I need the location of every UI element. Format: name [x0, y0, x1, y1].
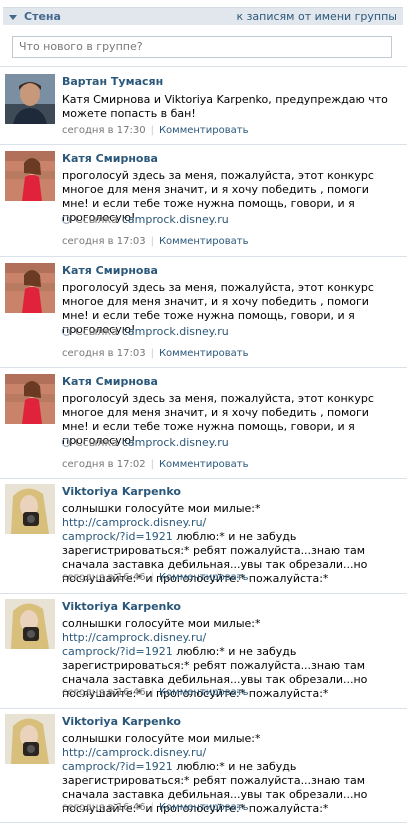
comment-link[interactable]: Комментировать [159, 802, 249, 813]
girl-photo-icon [5, 263, 55, 313]
post-author[interactable]: Катя Смирнова [62, 152, 158, 165]
collapse-arrow-icon[interactable] [9, 14, 17, 20]
post-url[interactable]: http://camprock.disney.ru/ [62, 516, 206, 529]
wall-title-group[interactable]: Стена [9, 10, 61, 23]
post-text-part: солнышки голосуйте мои милые:* [62, 732, 261, 745]
post-url[interactable]: http://camprock.disney.ru/ [62, 631, 206, 644]
comment-link[interactable]: Комментировать [159, 459, 249, 470]
link-icon [60, 213, 72, 226]
girl-photo-icon [5, 714, 55, 764]
post-text-part: солнышки голосуйте мои милые:* [62, 502, 261, 515]
post-meta: сегодня в 16:46 | Комментировать [62, 802, 249, 813]
post-author[interactable]: Катя Смирнова [62, 264, 158, 277]
post-author[interactable]: Вартан Тумасян [62, 75, 163, 88]
comment-link[interactable]: Комментировать [159, 572, 249, 583]
avatar[interactable] [5, 263, 55, 313]
post-meta: сегодня в 16:46 | Комментировать [62, 572, 249, 583]
avatar[interactable] [5, 484, 55, 534]
attachment-link[interactable]: Ссылка camprock.disney.ru [60, 213, 229, 226]
wall-header: Стена к записям от имени группы [3, 7, 403, 25]
post-url[interactable]: camprock/?id=1921 [62, 645, 173, 658]
post-meta: сегодня в 17:03 | Комментировать [62, 348, 249, 359]
attachment-link[interactable]: Ссылка camprock.disney.ru [60, 436, 229, 449]
divider [0, 256, 407, 257]
post-author[interactable]: Viktoriya Karpenko [62, 485, 181, 498]
attachment-url[interactable]: camprock.disney.ru [122, 325, 229, 338]
group-posts-link[interactable]: к записям от имени группы [236, 10, 397, 23]
post-url[interactable]: camprock/?id=1921 [62, 760, 173, 773]
wall-title[interactable]: Стена [24, 10, 61, 23]
avatar[interactable] [5, 374, 55, 424]
attachment-url[interactable]: camprock.disney.ru [122, 436, 229, 449]
post-time[interactable]: сегодня в 17:30 [62, 125, 146, 136]
post-meta: сегодня в 17:30 | Комментировать [62, 125, 249, 136]
divider [0, 822, 407, 823]
avatar[interactable] [5, 151, 55, 201]
attachment-label: Ссылка [75, 325, 118, 338]
divider [0, 144, 407, 145]
attachment-url[interactable]: camprock.disney.ru [122, 213, 229, 226]
attachment-label: Ссылка [75, 436, 118, 449]
post-time[interactable]: сегодня в 16:46 [62, 802, 146, 813]
divider [0, 593, 407, 594]
post-time[interactable]: сегодня в 16:46 [62, 687, 146, 698]
divider [0, 66, 407, 67]
post-url[interactable]: http://camprock.disney.ru/ [62, 746, 206, 759]
man-photo-icon [5, 74, 55, 124]
post-author[interactable]: Viktoriya Karpenko [62, 600, 181, 613]
attachment-label: Ссылка [75, 213, 118, 226]
post-meta: сегодня в 17:02 | Комментировать [62, 459, 249, 470]
post-meta: сегодня в 17:03 | Комментировать [62, 236, 249, 247]
new-post-input[interactable]: Что нового в группе? [12, 36, 392, 58]
post-text: Катя Смирнова и Viktoriya Karpenko, пред… [62, 93, 388, 120]
post-time[interactable]: сегодня в 17:03 [62, 348, 146, 359]
comment-link[interactable]: Комментировать [159, 348, 249, 359]
post-url[interactable]: camprock/?id=1921 [62, 530, 173, 543]
girl-photo-icon [5, 484, 55, 534]
avatar[interactable] [5, 599, 55, 649]
divider [0, 708, 407, 709]
comment-link[interactable]: Комментировать [159, 236, 249, 247]
post-meta: сегодня в 16:46 | Комментировать [62, 687, 249, 698]
avatar[interactable] [5, 74, 55, 124]
comment-link[interactable]: Комментировать [159, 687, 249, 698]
link-icon [60, 325, 72, 338]
post-time[interactable]: сегодня в 17:03 [62, 236, 146, 247]
wall: Стена к записям от имени группы Что ново… [0, 0, 407, 827]
girl-photo-icon [5, 151, 55, 201]
divider [0, 478, 407, 479]
post-time[interactable]: сегодня в 16:46 [62, 572, 146, 583]
post-text-part: солнышки голосуйте мои милые:* [62, 617, 261, 630]
post-author[interactable]: Катя Смирнова [62, 375, 158, 388]
post-time[interactable]: сегодня в 17:02 [62, 459, 146, 470]
divider [0, 367, 407, 368]
girl-photo-icon [5, 374, 55, 424]
link-icon [60, 436, 72, 449]
attachment-link[interactable]: Ссылка camprock.disney.ru [60, 325, 229, 338]
comment-link[interactable]: Комментировать [159, 125, 249, 136]
avatar[interactable] [5, 714, 55, 764]
post-author[interactable]: Viktoriya Karpenko [62, 715, 181, 728]
girl-photo-icon [5, 599, 55, 649]
